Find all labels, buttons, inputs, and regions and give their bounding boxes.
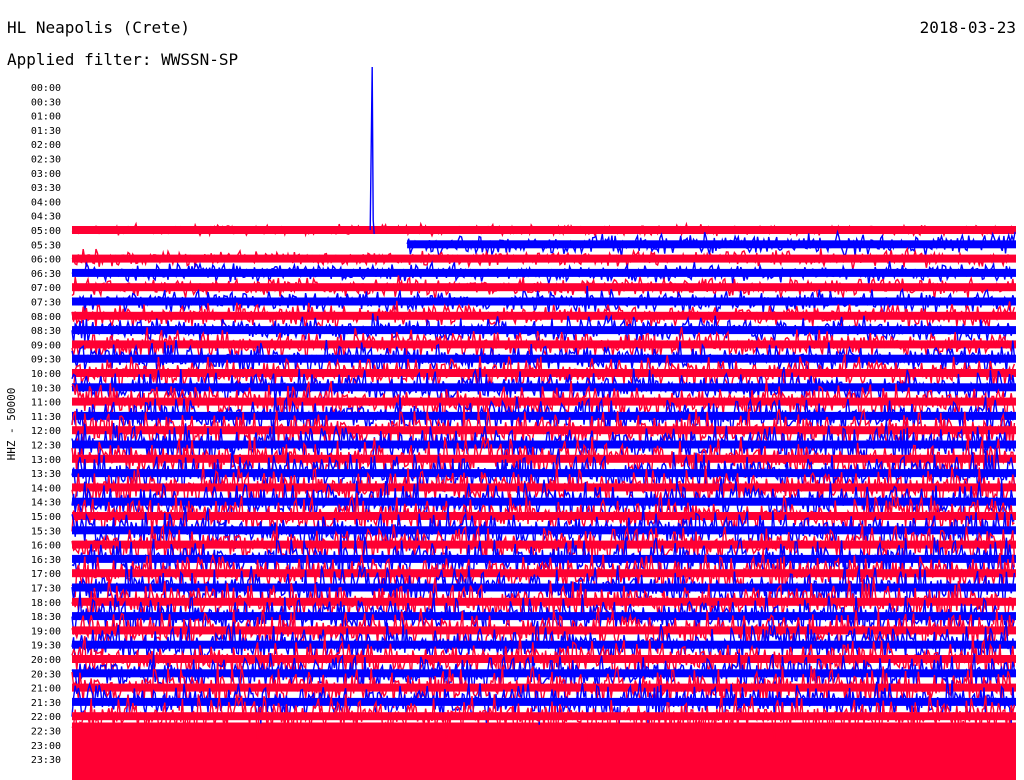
tick-label-1730: 17:30 [31,584,61,595]
tick-label-0200: 02:00 [31,140,61,151]
tick-label-0900: 09:00 [31,340,61,351]
tick-label-2030: 20:30 [31,669,61,680]
tick-label-0400: 04:00 [31,197,61,208]
tick-label-1230: 12:30 [31,441,61,452]
tick-label-0930: 09:30 [31,355,61,366]
tick-label-0800: 08:00 [31,312,61,323]
tick-label-1000: 10:00 [31,369,61,380]
tick-label-1030: 10:30 [31,383,61,394]
tick-label-0300: 03:00 [31,169,61,180]
y-axis-ticks: 00:00 00:30 01:00 01:30 02:00 02:30 03:00 03:30… [31,83,61,766]
tick-label-0700: 07:00 [31,283,61,294]
tick-label-0500: 05:00 [31,226,61,237]
tick-label-0730: 07:30 [31,298,61,309]
event-spike [369,66,375,235]
tick-label-1400: 14:00 [31,483,61,494]
tick-label-2230: 22:30 [31,727,61,738]
tick-label-1630: 16:30 [31,555,61,566]
tick-label-2100: 21:00 [31,684,61,695]
tick-label-0230: 02:30 [31,155,61,166]
tick-label-0830: 08:30 [31,326,61,337]
tick-label-0600: 06:00 [31,255,61,266]
tick-label-2200: 22:00 [31,712,61,723]
tick-label-1700: 17:00 [31,569,61,580]
saturated-trace-block [72,722,1016,780]
tick-label-1600: 16:00 [31,541,61,552]
tick-label-0330: 03:30 [31,183,61,194]
tick-label-1200: 12:00 [31,426,61,437]
tick-label-0530: 05:30 [31,240,61,251]
tick-label-0130: 01:30 [31,126,61,137]
tick-label-1830: 18:30 [31,612,61,623]
trace-group [71,66,1016,780]
tick-label-0000: 00:00 [31,83,61,94]
tick-label-0030: 00:30 [31,97,61,108]
tick-label-1900: 19:00 [31,626,61,637]
tick-label-2000: 20:00 [31,655,61,666]
tick-label-1500: 15:00 [31,512,61,523]
tick-label-0430: 04:30 [31,212,61,223]
tick-label-2330: 23:30 [31,755,61,766]
tick-label-1330: 13:30 [31,469,61,480]
tick-label-0100: 01:00 [31,112,61,123]
tick-label-1300: 13:00 [31,455,61,466]
tick-label-1430: 14:30 [31,498,61,509]
tick-label-0630: 06:30 [31,269,61,280]
helicorder-plot: 00:00 00:30 01:00 01:30 02:00 02:30 03:00 03:30… [31,66,1016,780]
tick-label-2130: 21:30 [31,698,61,709]
tick-label-1800: 18:00 [31,598,61,609]
tick-label-1100: 11:00 [31,398,61,409]
tick-label-1530: 15:30 [31,526,61,537]
tick-label-2300: 23:00 [31,741,61,752]
tick-label-1130: 11:30 [31,412,61,423]
tick-label-1930: 19:30 [31,641,61,652]
